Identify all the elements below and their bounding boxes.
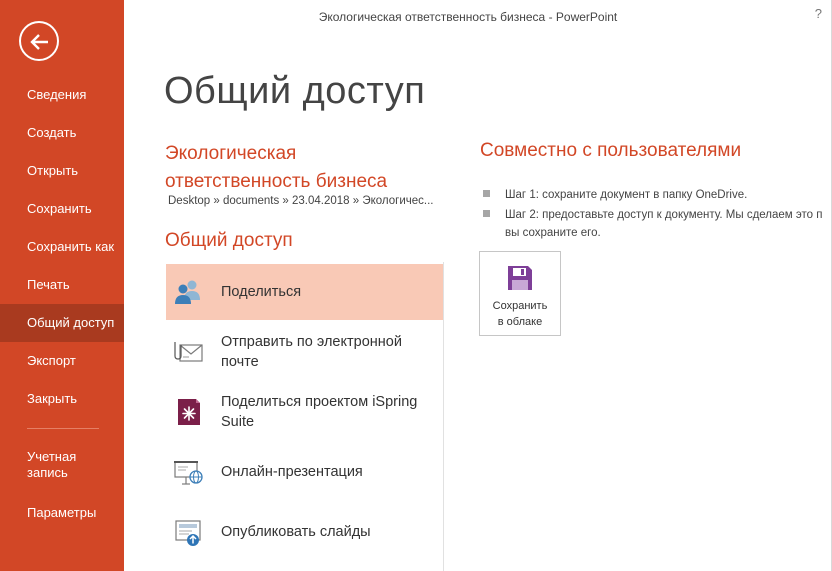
section-title: Общий доступ	[165, 230, 293, 251]
title-bar: Экологическая ответственность бизнеса - …	[124, 0, 832, 34]
sidebar-item-save-as[interactable]: Сохранить как	[0, 228, 124, 266]
page-title: Общий доступ	[164, 70, 426, 112]
ispring-label-line2: Suite	[221, 414, 255, 430]
presentation-icon	[172, 456, 204, 488]
email-label: Отправить по электронной почте	[221, 324, 431, 380]
email-option[interactable]: Отправить по электронной почте	[166, 324, 443, 380]
sidebar-item-save[interactable]: Сохранить	[0, 190, 124, 228]
document-title-line2: ответственность бизнеса	[165, 171, 388, 192]
step-1: Шаг 1: сохраните документ в папку OneDri…	[483, 186, 832, 204]
online-presentation-option[interactable]: Онлайн-презентация	[166, 444, 443, 500]
sidebar-item-account[interactable]: Учетная запись	[0, 446, 124, 486]
publish-slides-label: Опубликовать слайды	[221, 524, 371, 540]
save-to-cloud-line1: Сохранить	[492, 300, 548, 312]
sidebar-item-options[interactable]: Параметры	[0, 494, 124, 532]
step-2-text: Шаг 2: предоставьте доступ к документу. …	[483, 206, 832, 242]
email-icon	[172, 336, 204, 368]
save-to-cloud-line2: в облаке	[497, 316, 543, 328]
document-title-line1: Экологическая	[165, 143, 297, 164]
sidebar-item-print[interactable]: Печать	[0, 266, 124, 304]
save-to-cloud-label: Сохранить в облаке	[480, 298, 560, 330]
people-icon	[172, 276, 204, 308]
sidebar-item-export[interactable]: Экспорт	[0, 342, 124, 380]
account-label-line2: запись	[27, 465, 68, 480]
ispring-option[interactable]: Поделиться проектом iSpring Suite	[166, 384, 443, 440]
back-button[interactable]	[19, 21, 59, 61]
sidebar-item-new[interactable]: Создать	[0, 114, 124, 152]
sidebar-item-open[interactable]: Открыть	[0, 152, 124, 190]
ispring-label-line1: Поделиться проектом iSpring	[221, 394, 418, 410]
sidebar-item-info[interactable]: Сведения	[0, 76, 124, 114]
email-label-line1: Отправить по электронной	[221, 334, 402, 350]
backstage-sidebar: Сведения Создать Открыть Сохранить Сохра…	[0, 0, 124, 571]
publish-icon	[172, 516, 204, 548]
publish-slides-option[interactable]: Опубликовать слайды	[166, 504, 443, 560]
sidebar-item-close[interactable]: Закрыть	[0, 380, 124, 418]
share-with-people-title: Совместно с пользователями	[480, 140, 742, 161]
sidebar-item-share[interactable]: Общий доступ	[0, 304, 124, 342]
sidebar-divider	[27, 428, 99, 429]
account-label-line1: Учетная	[27, 449, 77, 464]
email-label-line2: почте	[221, 354, 259, 370]
share-with-people-option[interactable]: Поделиться	[166, 264, 443, 320]
save-to-cloud-button[interactable]: Сохранить в облаке	[479, 251, 561, 336]
window-title: Экологическая ответственность бизнеса - …	[318, 10, 618, 24]
step-1-text: Шаг 1: сохраните документ в папку OneDri…	[505, 189, 748, 201]
online-presentation-label: Онлайн-презентация	[221, 464, 363, 480]
panel-divider	[443, 262, 444, 571]
ispring-icon	[172, 396, 204, 428]
bullet-icon	[483, 210, 490, 217]
ispring-label: Поделиться проектом iSpring Suite	[221, 384, 431, 440]
back-arrow-icon	[30, 34, 48, 50]
help-button[interactable]: ?	[815, 6, 822, 21]
floppy-disk-icon	[508, 266, 532, 290]
step-2-line2: вы сохраните его.	[505, 227, 601, 239]
document-path: Desktop » documents » 23.04.2018 » Эколо…	[168, 195, 434, 207]
step-2: Шаг 2: предоставьте доступ к документу. …	[483, 206, 832, 242]
step-2-line1: Шаг 2: предоставьте доступ к документу. …	[505, 209, 823, 221]
document-title: Экологическая ответственность бизнеса	[165, 140, 435, 196]
share-label: Поделиться	[221, 284, 302, 300]
bullet-icon	[483, 190, 490, 197]
